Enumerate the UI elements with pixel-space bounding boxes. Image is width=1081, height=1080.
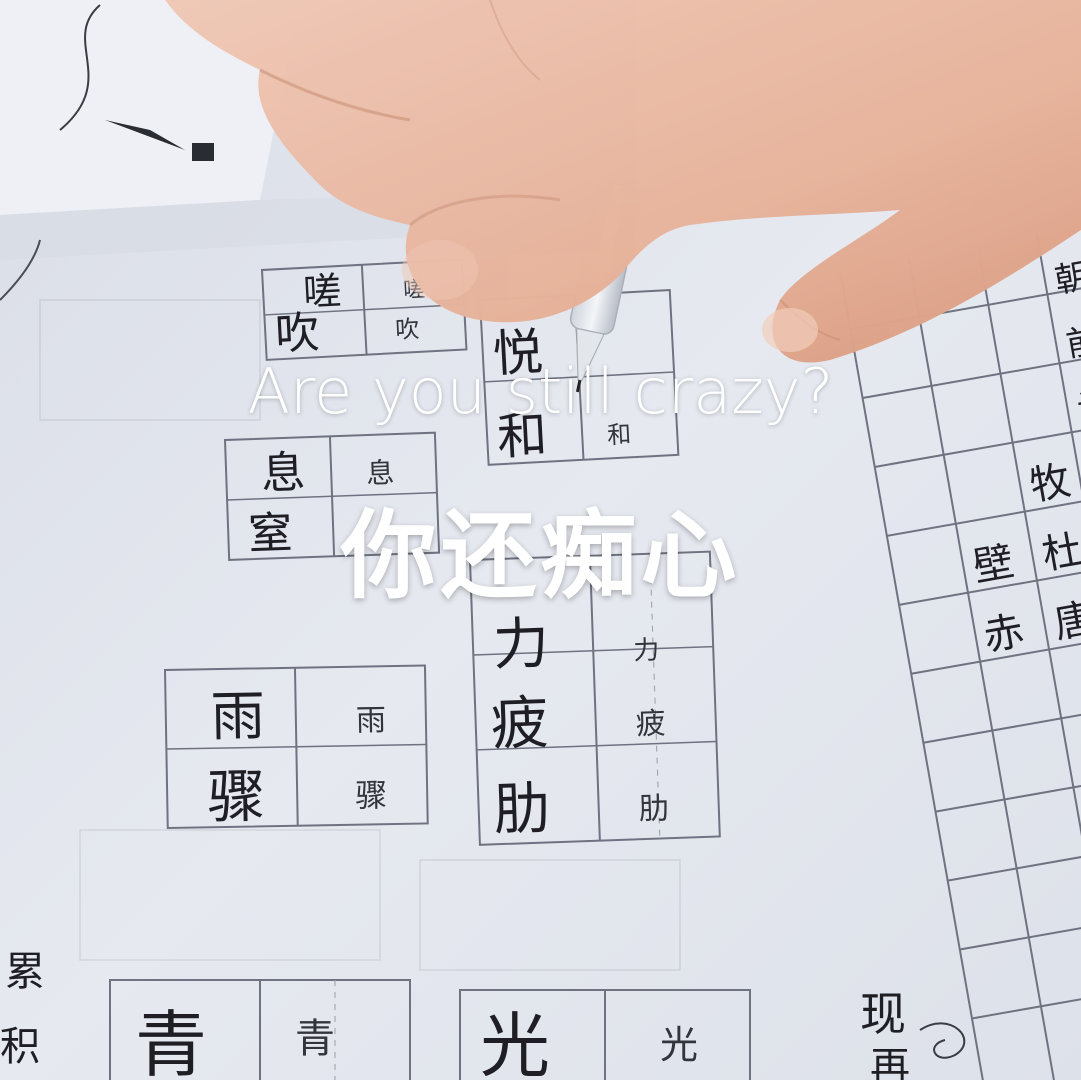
svg-text:吹: 吹 <box>395 315 420 344</box>
svg-text:雨: 雨 <box>210 684 265 748</box>
svg-text:青: 青 <box>135 1003 207 1080</box>
overlay-subtitle-en: Are you still crazy? <box>247 355 834 428</box>
overlay-title-zh: 你还痴心 <box>340 500 741 612</box>
svg-text:光: 光 <box>480 1005 550 1080</box>
svg-text:骤: 骤 <box>207 762 266 831</box>
svg-text:吹: 吹 <box>274 307 321 360</box>
svg-text:青: 青 <box>295 1016 335 1062</box>
svg-text:雨: 雨 <box>356 703 387 739</box>
svg-text:力: 力 <box>492 611 550 678</box>
svg-text:疲: 疲 <box>490 688 550 758</box>
svg-text:肋: 肋 <box>638 791 669 827</box>
svg-text:力: 力 <box>633 635 660 666</box>
svg-text:嗟: 嗟 <box>302 269 342 315</box>
svg-text:骤: 骤 <box>355 776 388 815</box>
bottom-right-char: 现 <box>860 987 906 1041</box>
svg-text:光: 光 <box>660 1023 698 1067</box>
svg-text:肋: 肋 <box>493 776 551 843</box>
svg-text:疲: 疲 <box>635 706 666 742</box>
svg-text:积: 积 <box>0 1024 40 1070</box>
svg-text:再: 再 <box>870 1044 910 1080</box>
side-char: 累 <box>5 949 45 995</box>
